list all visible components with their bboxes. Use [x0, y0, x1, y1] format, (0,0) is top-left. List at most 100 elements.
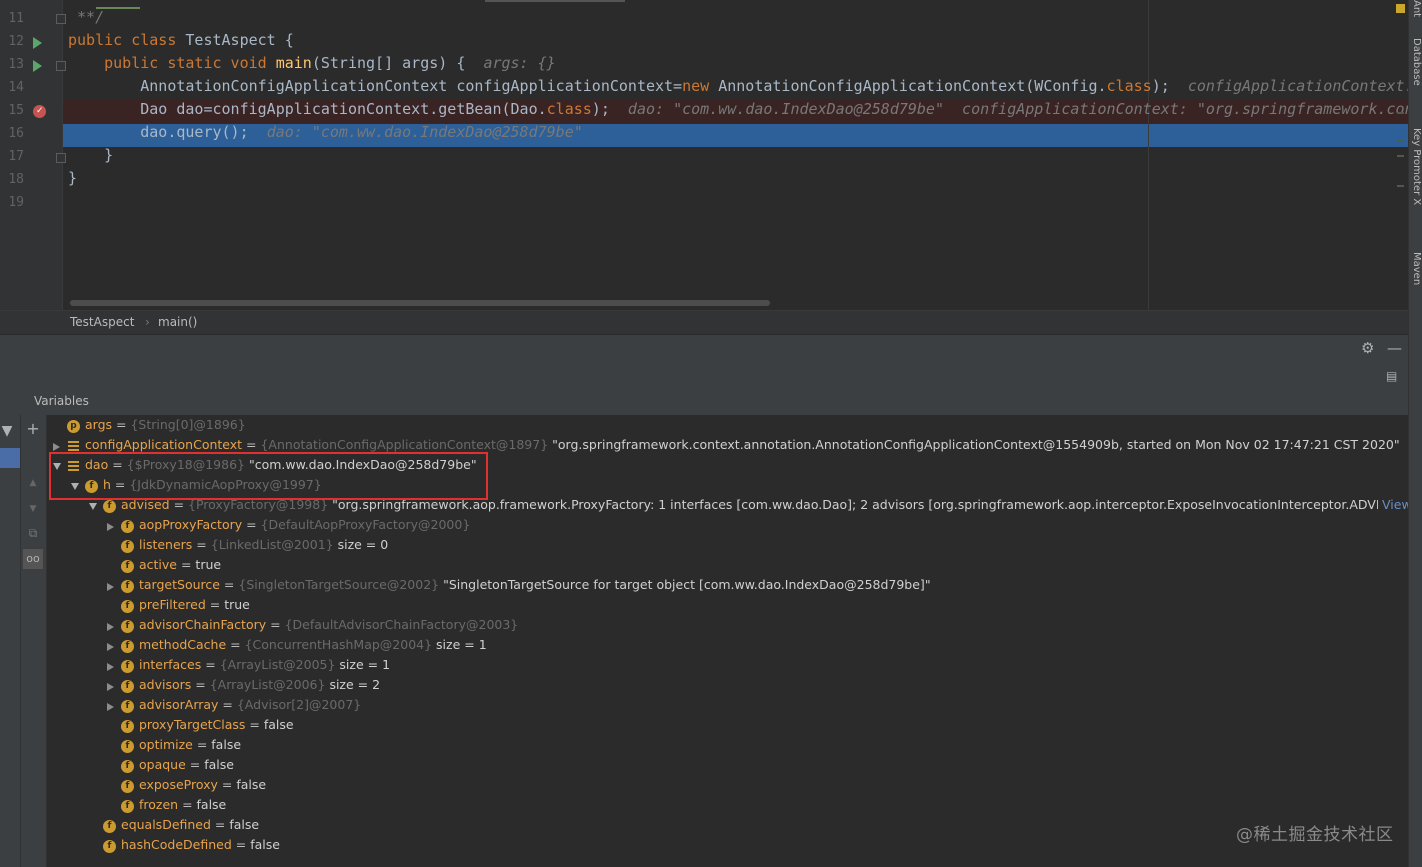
- code-line[interactable]: public static void main(String[] args) {…: [68, 54, 556, 77]
- equals-sign: =: [231, 837, 251, 852]
- collapsed-triangle-icon[interactable]: [107, 697, 117, 717]
- line-number[interactable]: 18: [0, 172, 24, 187]
- code-line[interactable]: dao.query(); dao: "com.ww.dao.IndexDao@2…: [68, 123, 583, 146]
- variable-row[interactable]: f aopProxyFactory = {DefaultAopProxyFacto…: [47, 517, 1408, 537]
- field-icon: f: [121, 660, 134, 673]
- variable-value: false: [229, 817, 260, 832]
- up-icon[interactable]: ▲: [25, 475, 41, 491]
- settings-gear-icon[interactable]: ⚙: [1361, 339, 1374, 357]
- variable-value: "org.springframework.context.annotation.…: [552, 437, 1400, 452]
- variable-text: advisorChainFactory = {DefaultAdvisorCha…: [139, 617, 518, 632]
- line-number[interactable]: 16: [0, 126, 24, 141]
- variable-type: {AnnotationConfigApplicationContext@1897…: [260, 437, 549, 452]
- variable-row[interactable]: f listeners = {LinkedList@2001} size = 0: [47, 537, 1408, 557]
- error-stripe-mark[interactable]: [1397, 140, 1404, 142]
- code-editor[interactable]: 11 12 13 14 15 16 17 18 19 ✓ **/ public class Test…: [0, 0, 1408, 310]
- breadcrumb-separator: ›: [145, 315, 150, 329]
- variable-row[interactable]: f hashCodeDefined = false: [47, 837, 1408, 857]
- breakpoint-icon[interactable]: ✓: [33, 105, 46, 118]
- code-line[interactable]: public class TestAspect {: [68, 31, 294, 54]
- variable-row[interactable]: f exposeProxy = false: [47, 777, 1408, 797]
- line-number[interactable]: 13: [0, 57, 24, 72]
- variable-value: false: [236, 777, 267, 792]
- variable-row[interactable]: f preFiltered = true: [47, 597, 1408, 617]
- error-stripe-mark[interactable]: [1397, 185, 1404, 187]
- variable-row[interactable]: f advisorChainFactory = {DefaultAdvisorCh…: [47, 617, 1408, 637]
- layout-settings-icon[interactable]: ▤: [1386, 367, 1397, 385]
- triangle-icon: [89, 503, 97, 510]
- variable-row[interactable]: f active = true: [47, 557, 1408, 577]
- line-number[interactable]: 12: [0, 34, 24, 49]
- breadcrumb-method[interactable]: main(): [158, 315, 197, 329]
- glasses-icon[interactable]: oo: [23, 549, 43, 569]
- tool-tab-ant[interactable]: Ant: [1409, 0, 1422, 17]
- code-line[interactable]: }: [68, 146, 113, 169]
- variable-value: false: [211, 737, 242, 752]
- highlight-annotation-box: [49, 452, 488, 500]
- add-watch-icon[interactable]: +: [25, 421, 41, 437]
- line-number[interactable]: 15: [0, 103, 24, 118]
- error-stripe-mark[interactable]: [1397, 155, 1404, 157]
- line-number[interactable]: 19: [0, 195, 24, 210]
- fold-icon[interactable]: [56, 153, 66, 163]
- variable-row[interactable]: f advisors = {ArrayList@2006} size = 2: [47, 677, 1408, 697]
- code-token: dao.query();: [68, 123, 267, 141]
- minimize-icon[interactable]: —: [1387, 339, 1402, 357]
- code-line[interactable]: }: [68, 169, 77, 192]
- variable-name: listeners: [139, 537, 193, 552]
- collapsed-triangle-icon[interactable]: [107, 677, 117, 697]
- equals-sign: =: [226, 637, 245, 652]
- line-number[interactable]: 11: [0, 11, 24, 26]
- variable-text: interfaces = {ArrayList@2005} size = 1: [139, 657, 390, 672]
- code-line[interactable]: AnnotationConfigApplicationContext confi…: [68, 77, 1408, 100]
- code-line[interactable]: Dao dao=configApplicationContext.getBean…: [68, 100, 1408, 123]
- variable-row[interactable]: f frozen = false: [47, 797, 1408, 817]
- tool-tab-database[interactable]: Database: [1409, 38, 1422, 86]
- collapsed-triangle-icon[interactable]: [107, 637, 117, 657]
- list-bar: [68, 445, 79, 447]
- fold-icon[interactable]: [56, 14, 66, 24]
- variable-row[interactable]: f advised = {ProxyFactory@1998} "org.spri…: [47, 497, 1408, 517]
- fold-icon[interactable]: [56, 61, 66, 71]
- field-icon: f: [103, 840, 116, 853]
- breadcrumb-class[interactable]: TestAspect: [70, 315, 134, 329]
- down-icon[interactable]: ▼: [25, 501, 41, 517]
- collapsed-triangle-icon[interactable]: [107, 577, 117, 597]
- inspection-warning-icon[interactable]: [1396, 4, 1405, 13]
- horizontal-scrollbar[interactable]: [70, 300, 770, 306]
- variable-row[interactable]: f proxyTargetClass = false: [47, 717, 1408, 737]
- variable-type: {String[0]@1896}: [130, 417, 246, 432]
- collapsed-triangle-icon[interactable]: [107, 617, 117, 637]
- error-stripe-mark[interactable]: [1397, 112, 1404, 114]
- variable-row[interactable]: f equalsDefined = false: [47, 817, 1408, 837]
- view-value-link[interactable]: View: [1378, 495, 1408, 515]
- variable-row[interactable]: f methodCache = {ConcurrentHashMap@2004} …: [47, 637, 1408, 657]
- collapsed-triangle-icon[interactable]: [107, 517, 117, 537]
- equals-sign: =: [242, 517, 261, 532]
- tool-tab-key-promoter-x[interactable]: Key Promoter X: [1409, 128, 1422, 205]
- variable-row[interactable]: f targetSource = {SingletonTargetSource@2…: [47, 577, 1408, 597]
- watermark: @稀土掘金技术社区: [1236, 825, 1394, 845]
- code-line[interactable]: **/: [68, 8, 104, 31]
- collapsed-triangle-icon[interactable]: [107, 657, 117, 677]
- equals-sign: =: [191, 677, 210, 692]
- triangle-icon: [107, 583, 114, 591]
- run-class-icon[interactable]: [33, 37, 42, 49]
- variable-row[interactable]: f opaque = false: [47, 757, 1408, 777]
- variable-text: advisorArray = {Advisor[2]@2007}: [139, 697, 361, 712]
- run-main-icon[interactable]: [33, 60, 42, 72]
- copy-icon[interactable]: ⧉: [25, 525, 41, 541]
- field-icon: f: [121, 720, 134, 733]
- line-number[interactable]: 17: [0, 149, 24, 164]
- filter-icon[interactable]: ▼: [0, 423, 14, 439]
- editor-gutter[interactable]: 11 12 13 14 15 16 17 18 19 ✓: [0, 0, 66, 310]
- triangle-icon: [107, 683, 114, 691]
- variable-row[interactable]: f optimize = false: [47, 737, 1408, 757]
- tool-tab-maven[interactable]: Maven: [1409, 252, 1422, 285]
- variable-row[interactable]: f interfaces = {ArrayList@2005} size = 1: [47, 657, 1408, 677]
- variable-row[interactable]: f advisorArray = {Advisor[2]@2007}: [47, 697, 1408, 717]
- line-number[interactable]: 14: [0, 80, 24, 95]
- variable-row[interactable]: p args = {String[0]@1896}: [47, 417, 1408, 437]
- expanded-triangle-icon[interactable]: [89, 497, 99, 517]
- code-token: class: [1106, 77, 1152, 95]
